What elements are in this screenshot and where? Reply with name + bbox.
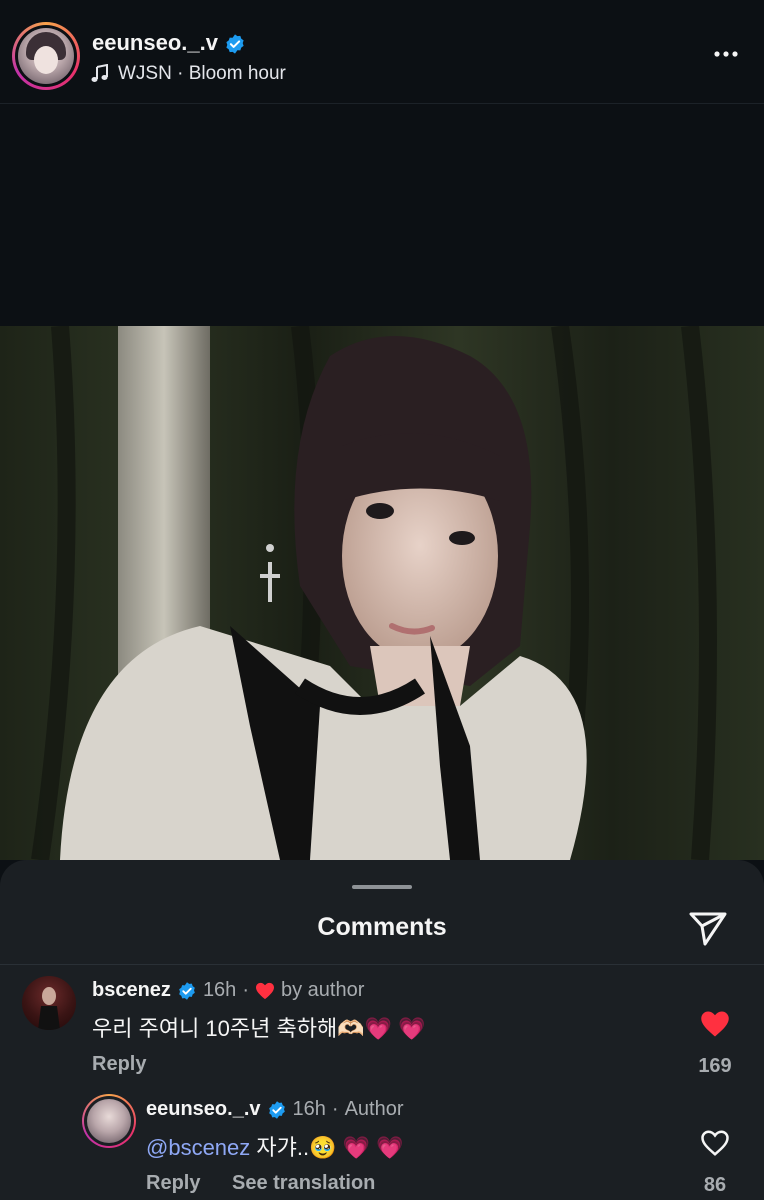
- reply-avatar-frame: [84, 1096, 134, 1146]
- heart-icon: [255, 982, 274, 999]
- reply-avatar: [87, 1099, 131, 1143]
- reply-button[interactable]: Reply: [146, 1172, 200, 1195]
- comment-avatar[interactable]: [22, 976, 76, 1030]
- liked-by-author-label: by author: [280, 979, 365, 1001]
- music-info[interactable]: WJSN · Bloom hour: [90, 63, 286, 85]
- reply-time: 16h: [292, 1098, 326, 1120]
- comment-time: 16h: [202, 979, 237, 1001]
- heart-outline-icon[interactable]: [700, 1128, 730, 1158]
- avatar-frame: [15, 25, 77, 87]
- reply-text-body: 자갸..🥹 💗 💗: [250, 1135, 404, 1160]
- post-photo[interactable]: [0, 326, 764, 860]
- reply-meta: eeunseo._.v 16h · Author: [146, 1098, 404, 1121]
- post-username[interactable]: eeunseo._.v: [92, 30, 246, 56]
- like-count: 86: [703, 1174, 727, 1196]
- photo-illustration: [0, 326, 764, 860]
- music-label: WJSN · Bloom hour: [118, 63, 286, 84]
- reply-button[interactable]: Reply: [92, 1053, 146, 1076]
- meta-separator: ·: [242, 979, 249, 1001]
- share-icon[interactable]: [688, 908, 728, 948]
- music-note-icon: [91, 64, 108, 82]
- heart-filled-icon[interactable]: [700, 1009, 730, 1039]
- verified-icon: [268, 1100, 285, 1119]
- mention-link[interactable]: @bscenez: [146, 1135, 250, 1160]
- story-ring[interactable]: [12, 22, 80, 90]
- post-header: eeunseo._.v WJSN · Bloom hour: [0, 0, 764, 104]
- avatar-face: [34, 46, 58, 74]
- avatar: [18, 28, 74, 84]
- sheet-drag-handle[interactable]: [352, 885, 412, 889]
- verified-icon: [179, 981, 195, 1000]
- post-username-text[interactable]: eeunseo._.v: [92, 30, 218, 55]
- like-count: 169: [698, 1055, 732, 1077]
- sheet-title: Comments: [317, 913, 447, 941]
- sheet-divider: [0, 964, 764, 965]
- see-translation-button[interactable]: See translation: [232, 1172, 375, 1195]
- verified-icon: [226, 34, 244, 54]
- reply-text: @bscenez 자갸..🥹 💗 💗: [146, 1130, 404, 1162]
- meta-separator: ·: [331, 1098, 339, 1120]
- more-options-icon[interactable]: [712, 40, 740, 68]
- comment-avatar-illustration: [38, 987, 60, 1030]
- author-badge: Author: [344, 1098, 404, 1120]
- comment-username[interactable]: bscenez: [92, 979, 171, 1002]
- comments-sheet: Comments bscenez 16h · by author 우리 주여니 …: [0, 860, 764, 1200]
- reply-story-ring[interactable]: [82, 1094, 136, 1148]
- reply-username[interactable]: eeunseo._.v: [146, 1098, 261, 1121]
- comment-meta: bscenez 16h · by author: [92, 979, 364, 1002]
- comment-text: 우리 주여니 10주년 축하해🫶🏻💗 💗: [92, 1016, 426, 1041]
